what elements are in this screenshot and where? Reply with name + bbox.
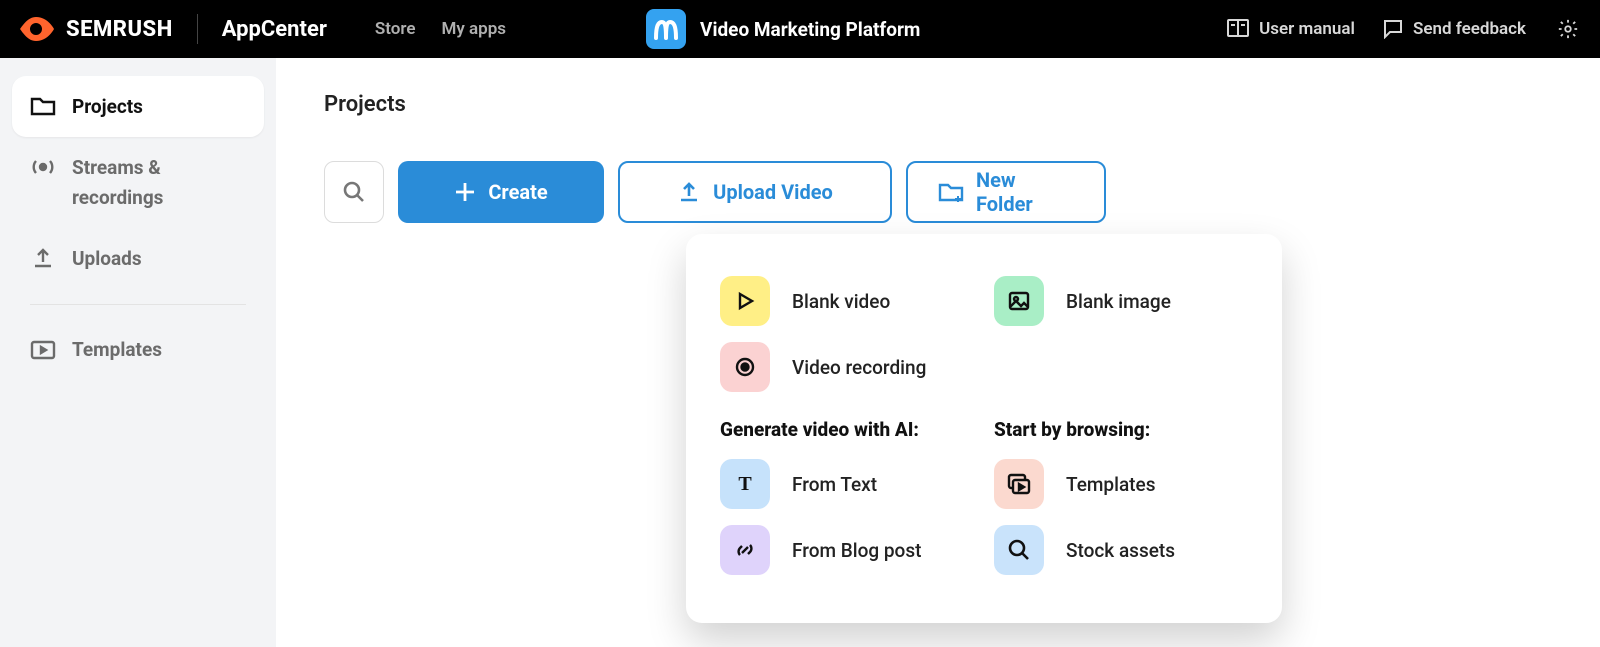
sidebar-item-templates[interactable]: Templates: [12, 319, 264, 380]
templates-icon: [30, 336, 56, 362]
upload-label: Upload Video: [713, 180, 833, 204]
app-title: Video Marketing Platform: [700, 18, 920, 41]
shell: Projects Streams & recordings Uploads Te…: [0, 58, 1600, 647]
folder-plus-icon: [938, 181, 964, 203]
user-manual-label: User manual: [1259, 19, 1355, 39]
brand-name: SEMRUSH: [66, 17, 173, 42]
search-icon: [342, 180, 366, 204]
app-icon: [646, 9, 686, 49]
create-button[interactable]: Create: [398, 161, 604, 223]
sidebar-item-label: Templates: [72, 335, 162, 364]
browse-stock-assets[interactable]: Stock assets: [994, 517, 1248, 583]
create-item-label: Blank video: [792, 290, 890, 313]
create-blank-video[interactable]: Blank video: [720, 268, 974, 334]
top-bar: SEMRUSH AppCenter Store My apps Video Ma…: [0, 0, 1600, 58]
brand: SEMRUSH AppCenter: [18, 14, 327, 44]
broadcast-icon: [30, 154, 56, 180]
new-folder-label: New Folder: [976, 168, 1074, 216]
top-right: User manual Send feedback: [1227, 15, 1582, 43]
create-from-blog[interactable]: From Blog post: [720, 517, 974, 583]
app-chip: Video Marketing Platform: [646, 9, 920, 49]
search-icon: [994, 525, 1044, 575]
main-content: Projects Create Upload Video: [276, 58, 1600, 647]
sidebar-item-label: Uploads: [72, 244, 142, 273]
nav-my-apps[interactable]: My apps: [442, 19, 507, 39]
gear-icon: [1557, 18, 1579, 40]
search-button[interactable]: [324, 161, 384, 223]
create-item-label: From Blog post: [792, 539, 921, 562]
send-feedback-label: Send feedback: [1413, 19, 1526, 39]
dropdown-heading-browse: Start by browsing:: [994, 418, 1248, 441]
create-item-label: Blank image: [1066, 290, 1171, 313]
settings-button[interactable]: [1554, 15, 1582, 43]
create-from-text[interactable]: T From Text: [720, 451, 974, 517]
sidebar: Projects Streams & recordings Uploads Te…: [0, 58, 276, 647]
semrush-logo-icon: [18, 15, 56, 43]
create-item-label: From Text: [792, 473, 877, 496]
speech-icon: [1383, 19, 1403, 39]
page-title: Projects: [324, 92, 1552, 117]
sidebar-item-streams[interactable]: Streams & recordings: [12, 137, 264, 228]
folder-icon: [30, 93, 56, 119]
sidebar-separator: [30, 304, 246, 305]
sidebar-item-label: Projects: [72, 92, 143, 121]
svg-text:T: T: [738, 473, 752, 495]
upload-icon: [30, 245, 56, 271]
sidebar-item-projects[interactable]: Projects: [12, 76, 264, 137]
browse-templates[interactable]: Templates: [994, 451, 1248, 517]
brand-divider: [197, 14, 198, 44]
send-feedback-link[interactable]: Send feedback: [1383, 19, 1526, 39]
sidebar-item-label: Streams & recordings: [72, 153, 246, 212]
create-dropdown: Blank video Video recording Generate vid…: [686, 234, 1282, 623]
upload-icon: [677, 180, 701, 204]
user-manual-link[interactable]: User manual: [1227, 19, 1355, 39]
create-item-label: Templates: [1066, 473, 1155, 496]
appcenter-label[interactable]: AppCenter: [222, 17, 327, 42]
nav-links: Store My apps: [375, 19, 506, 39]
create-item-label: Video recording: [792, 356, 926, 379]
create-item-label: Stock assets: [1066, 539, 1175, 562]
create-video-recording[interactable]: Video recording: [720, 334, 974, 400]
action-row: Create Upload Video New Folder: [324, 161, 1552, 223]
link-icon: [720, 525, 770, 575]
image-icon: [994, 276, 1044, 326]
nav-store[interactable]: Store: [375, 19, 416, 39]
templates-stack-icon: [994, 459, 1044, 509]
create-blank-image[interactable]: Blank image: [994, 268, 1248, 334]
plus-icon: [454, 181, 476, 203]
record-icon: [720, 342, 770, 392]
new-folder-button[interactable]: New Folder: [906, 161, 1106, 223]
book-icon: [1227, 19, 1249, 39]
text-icon: T: [720, 459, 770, 509]
sidebar-item-uploads[interactable]: Uploads: [12, 228, 264, 289]
play-icon: [720, 276, 770, 326]
create-label: Create: [488, 180, 547, 204]
upload-video-button[interactable]: Upload Video: [618, 161, 892, 223]
dropdown-heading-ai: Generate video with AI:: [720, 418, 974, 441]
